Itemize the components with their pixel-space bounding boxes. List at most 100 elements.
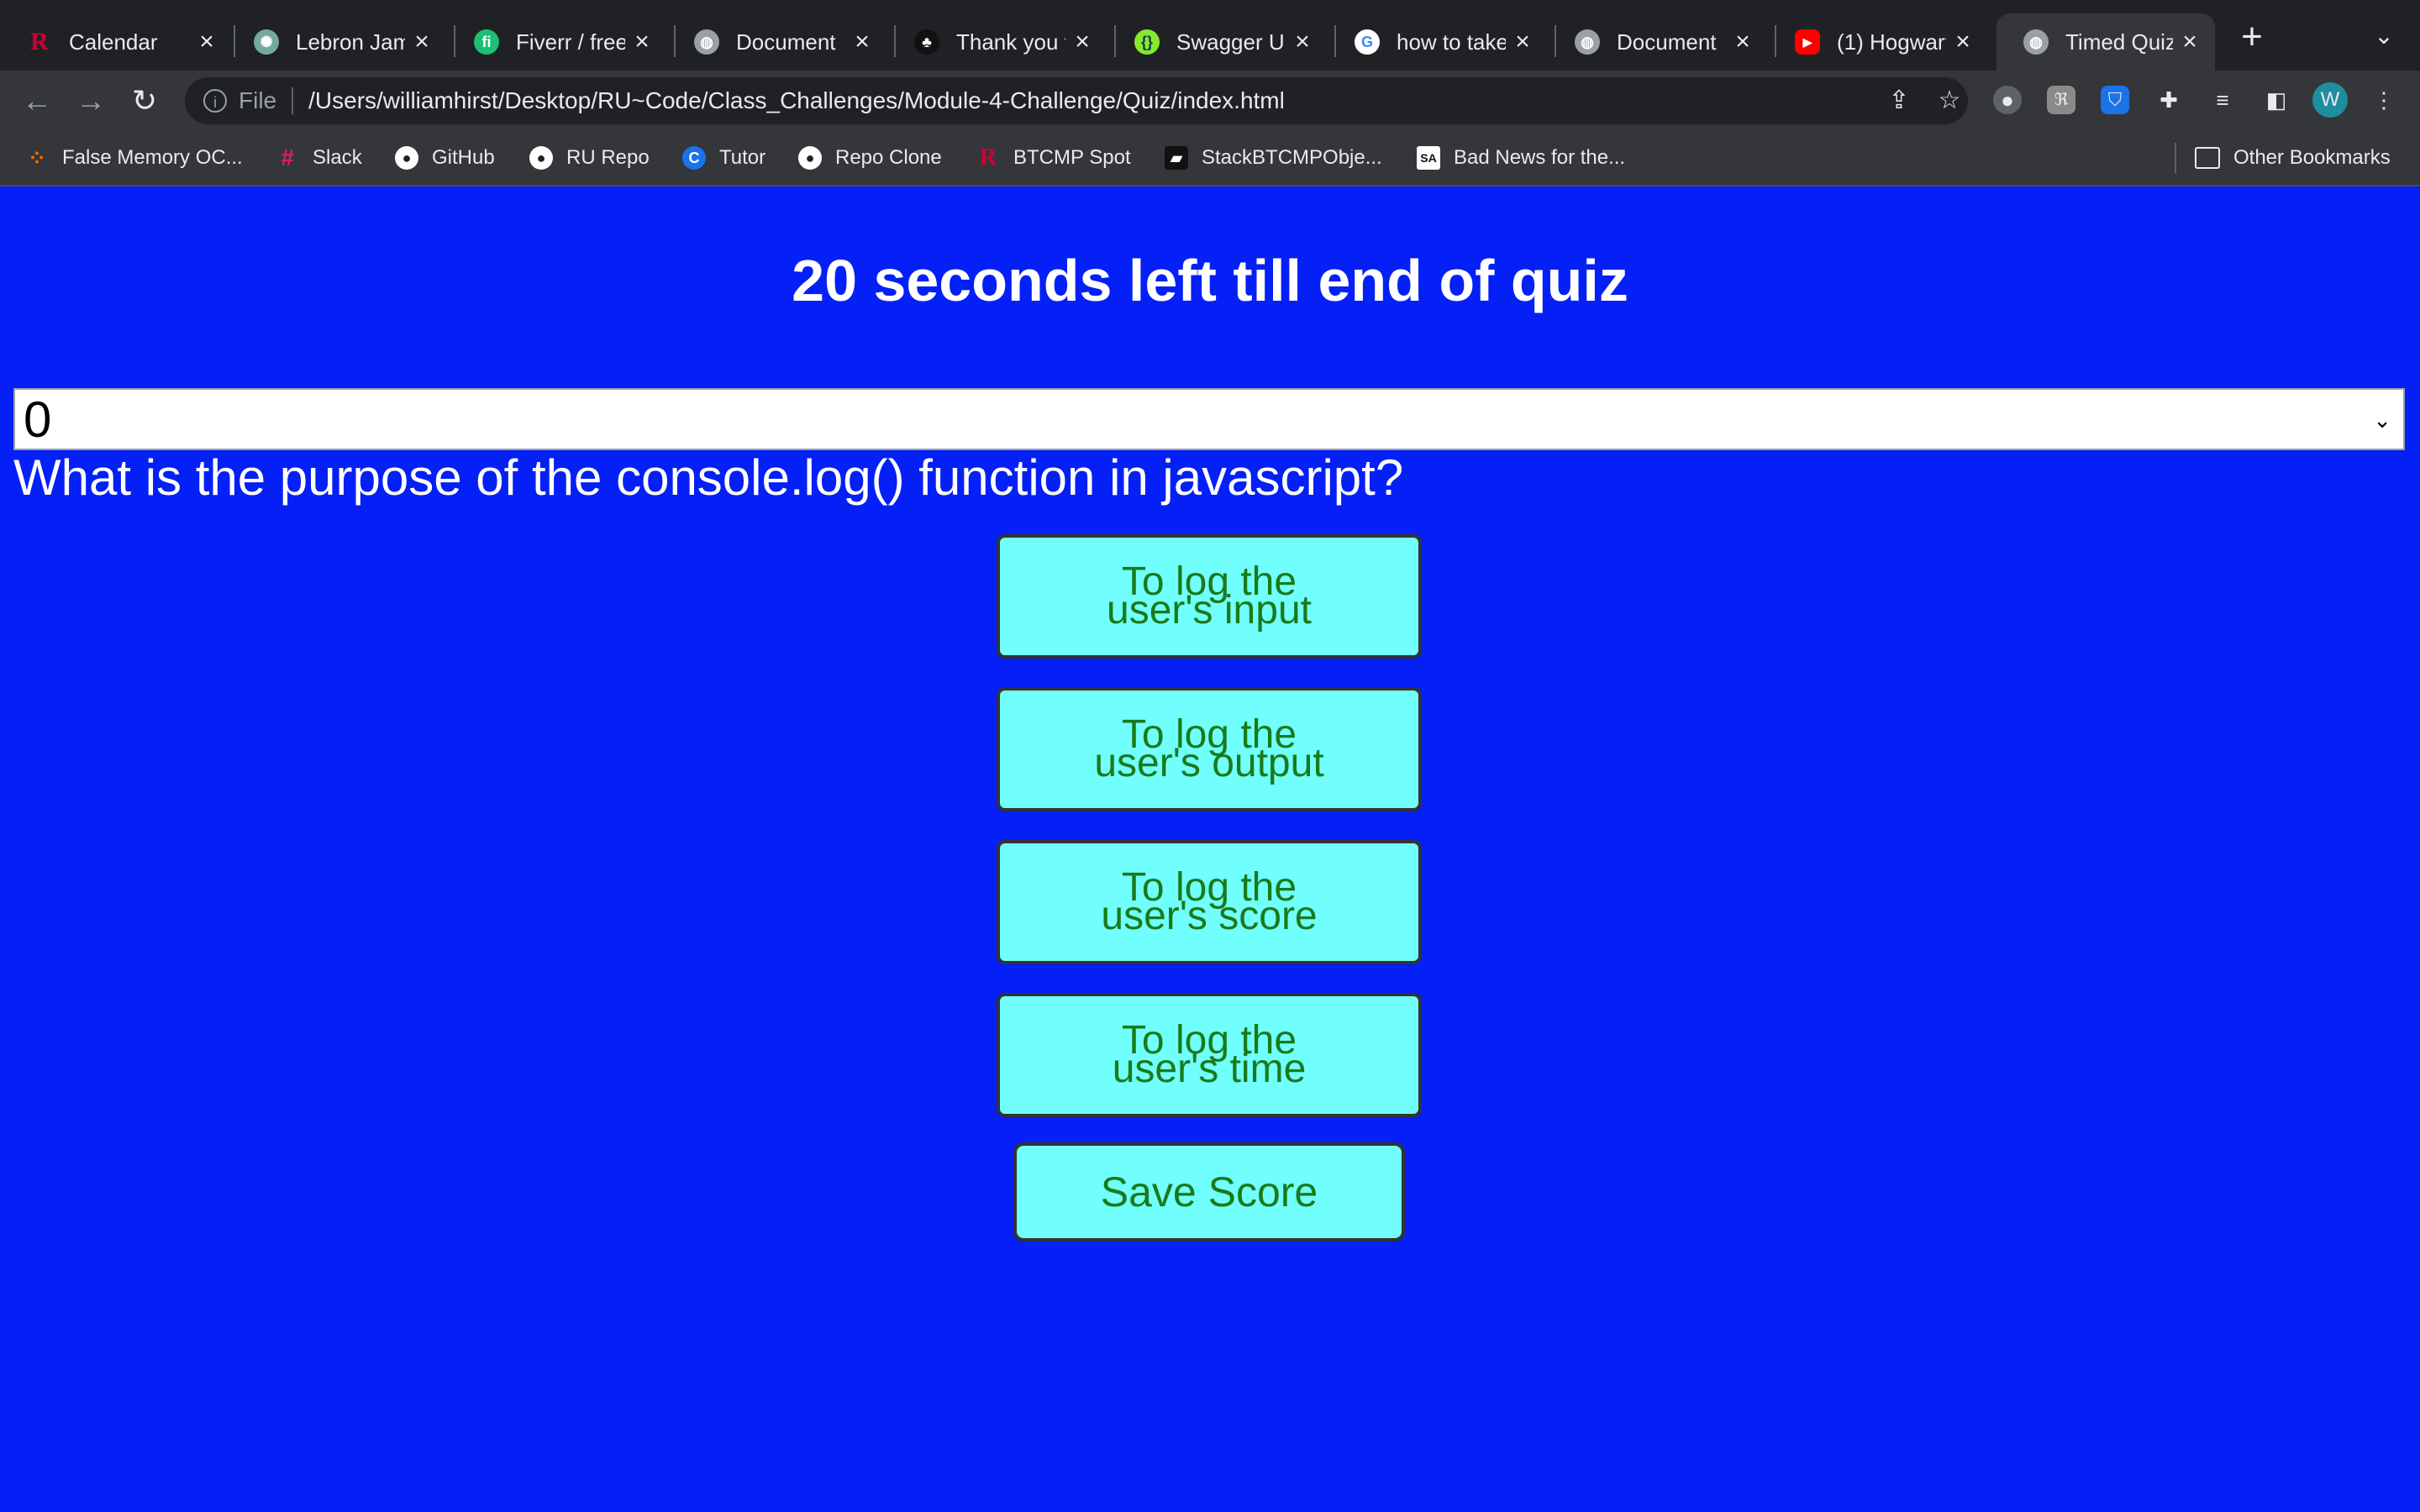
kebab-menu-icon[interactable]: ⋮: [2370, 86, 2398, 114]
tab-label: Calendar: [69, 29, 158, 55]
score-select[interactable]: 0 ⌄: [13, 388, 2405, 450]
tab-timed-quiz[interactable]: ◍ Timed Quiz ×: [1996, 13, 2215, 71]
url-scheme: File: [239, 87, 277, 113]
slack-icon: #: [281, 144, 294, 171]
close-icon[interactable]: ×: [1506, 28, 1539, 56]
tab-label: Fiverr / free: [516, 29, 625, 55]
chevron-down-icon[interactable]: ⌄: [2370, 22, 2398, 50]
answer-button-1[interactable]: To log the user's input: [997, 534, 1422, 659]
other-bookmarks[interactable]: Other Bookmarks: [2195, 143, 2391, 173]
back-arrow-icon[interactable]: ←: [18, 82, 55, 119]
bookmark-slack[interactable]: # Slack: [276, 143, 362, 173]
github-icon: ●: [529, 146, 553, 170]
github-icon: ●: [395, 146, 418, 170]
tab-label: Document: [1617, 29, 1717, 55]
bookmark-label: StackBTCMPObje...: [1202, 146, 1382, 169]
tab-label: Swagger UI: [1176, 29, 1286, 55]
forward-arrow-icon[interactable]: →: [72, 82, 109, 119]
tab-document[interactable]: ◍ Document ×: [667, 13, 887, 71]
tab-label: (1) Hogwart: [1837, 29, 1946, 55]
answer-line-2: user's score: [1101, 894, 1318, 938]
address-bar[interactable]: i File /Users/williamhirst/Desktop/RU~Co…: [185, 77, 1968, 124]
chevron-down-icon: ⌄: [2373, 407, 2391, 433]
tab-how-to-take[interactable]: G how to take ×: [1328, 13, 1548, 71]
close-icon[interactable]: ×: [625, 28, 659, 56]
bookmark-label: RU Repo: [566, 146, 650, 169]
bookmark-label: Other Bookmarks: [2233, 146, 2391, 169]
bookmark-false-memory[interactable]: ⁘ False Memory OC...: [25, 143, 243, 173]
folder-icon: [2195, 147, 2220, 169]
bookmark-btcmp-spot[interactable]: R BTCMP Spot: [976, 143, 1131, 173]
timer-heading: 20 seconds left till end of quiz: [792, 248, 1628, 313]
tab-label: how to take: [1397, 29, 1506, 55]
bookmarks-bar: ⁘ False Memory OC... # Slack ● GitHub ● …: [0, 131, 2420, 186]
reading-list-icon[interactable]: ≡: [2208, 86, 2237, 114]
bookmark-stack-btcmp[interactable]: ▰ StackBTCMPObje...: [1165, 143, 1382, 173]
divider: [292, 87, 294, 114]
bookmark-label: BTCMP Spot: [1013, 146, 1131, 169]
tab-label: Document: [736, 29, 836, 55]
close-icon[interactable]: ×: [1946, 28, 1980, 56]
bookmark-label: Slack: [313, 146, 362, 169]
tab-label: Thank you f: [956, 29, 1065, 55]
github-icon: ●: [798, 146, 822, 170]
side-panel-icon[interactable]: ◧: [2262, 86, 2291, 114]
globe-icon: ◍: [2023, 29, 2049, 55]
tab-document-2[interactable]: ◍ Document ×: [1548, 13, 1768, 71]
book-icon: ▰: [1165, 146, 1188, 170]
tab-calendar[interactable]: R Calendar ×: [0, 13, 232, 71]
new-tab-button[interactable]: +: [2235, 18, 2269, 55]
sa-icon: SA: [1417, 146, 1440, 170]
answer-line-2: user's input: [1107, 588, 1312, 633]
tab-youtube[interactable]: ▶ (1) Hogwart ×: [1768, 13, 1988, 71]
bookmark-bad-news[interactable]: SA Bad News for the...: [1417, 143, 1625, 173]
avatar[interactable]: W: [2312, 82, 2348, 118]
close-icon[interactable]: ×: [405, 28, 439, 56]
close-icon[interactable]: ×: [1065, 28, 1099, 56]
answer-line-2: user's output: [1094, 741, 1324, 785]
tab-thank-you[interactable]: ♣ Thank you f ×: [887, 13, 1107, 71]
bookmark-label: Bad News for the...: [1454, 146, 1626, 169]
extension-puzzle-icon[interactable]: ●: [1993, 86, 2022, 114]
share-icon[interactable]: ⇪: [1886, 87, 1912, 114]
rutgers-logo-icon: R: [979, 144, 997, 171]
close-icon[interactable]: ×: [2173, 28, 2207, 56]
answer-button-3[interactable]: To log the user's score: [997, 840, 1422, 964]
mushroom-icon: ♣: [914, 29, 939, 55]
star-icon[interactable]: ☆: [1936, 87, 1963, 114]
tab-fiverr[interactable]: fi Fiverr / free ×: [447, 13, 667, 71]
quiz-page: 20 seconds left till end of quiz 0 ⌄ Wha…: [0, 186, 2420, 1512]
close-icon[interactable]: ×: [1726, 28, 1760, 56]
swagger-icon: {}: [1134, 29, 1160, 55]
tab-label: Lebron Jam: [296, 29, 405, 55]
close-icon[interactable]: ×: [845, 28, 879, 56]
answer-button-2[interactable]: To log the user's output: [997, 687, 1422, 811]
tab-swagger[interactable]: {} Swagger UI ×: [1107, 13, 1328, 71]
extension-icon[interactable]: ℜ: [2047, 86, 2075, 114]
url-text[interactable]: /Users/williamhirst/Desktop/RU~Code/Clas…: [308, 87, 1285, 114]
score-value: 0: [24, 391, 52, 448]
bookmark-github[interactable]: ● GitHub: [395, 143, 495, 173]
tutor-icon: C: [682, 146, 706, 170]
bookmark-repo-clone[interactable]: ● Repo Clone: [798, 143, 942, 173]
save-score-button[interactable]: Save Score: [1013, 1142, 1405, 1242]
youtube-icon: ▶: [1795, 29, 1820, 55]
answer-button-4[interactable]: To log the user's time: [997, 993, 1422, 1117]
bookmark-ru-repo[interactable]: ● RU Repo: [529, 143, 650, 173]
bookmark-label: GitHub: [432, 146, 495, 169]
close-icon[interactable]: ×: [1286, 28, 1319, 56]
bookmarks-divider: [2175, 143, 2176, 173]
tab-label: Timed Quiz: [2065, 29, 2173, 55]
puzzle-icon[interactable]: ✚: [2154, 86, 2183, 114]
close-icon[interactable]: ×: [190, 28, 224, 56]
reload-icon[interactable]: ↻: [126, 82, 163, 119]
globe-icon: ◍: [694, 29, 719, 55]
bookmark-tutor[interactable]: C Tutor: [682, 143, 765, 173]
bookmark-label: Repo Clone: [835, 146, 942, 169]
bitwarden-icon[interactable]: ⛉: [2101, 86, 2129, 114]
info-icon[interactable]: i: [203, 89, 227, 113]
tab-lebron-jam[interactable]: ✺ Lebron Jam ×: [227, 13, 447, 71]
rutgers-logo-icon: R: [30, 28, 49, 55]
dots-icon: ⁘: [28, 144, 46, 171]
fiverr-icon: fi: [474, 29, 499, 55]
